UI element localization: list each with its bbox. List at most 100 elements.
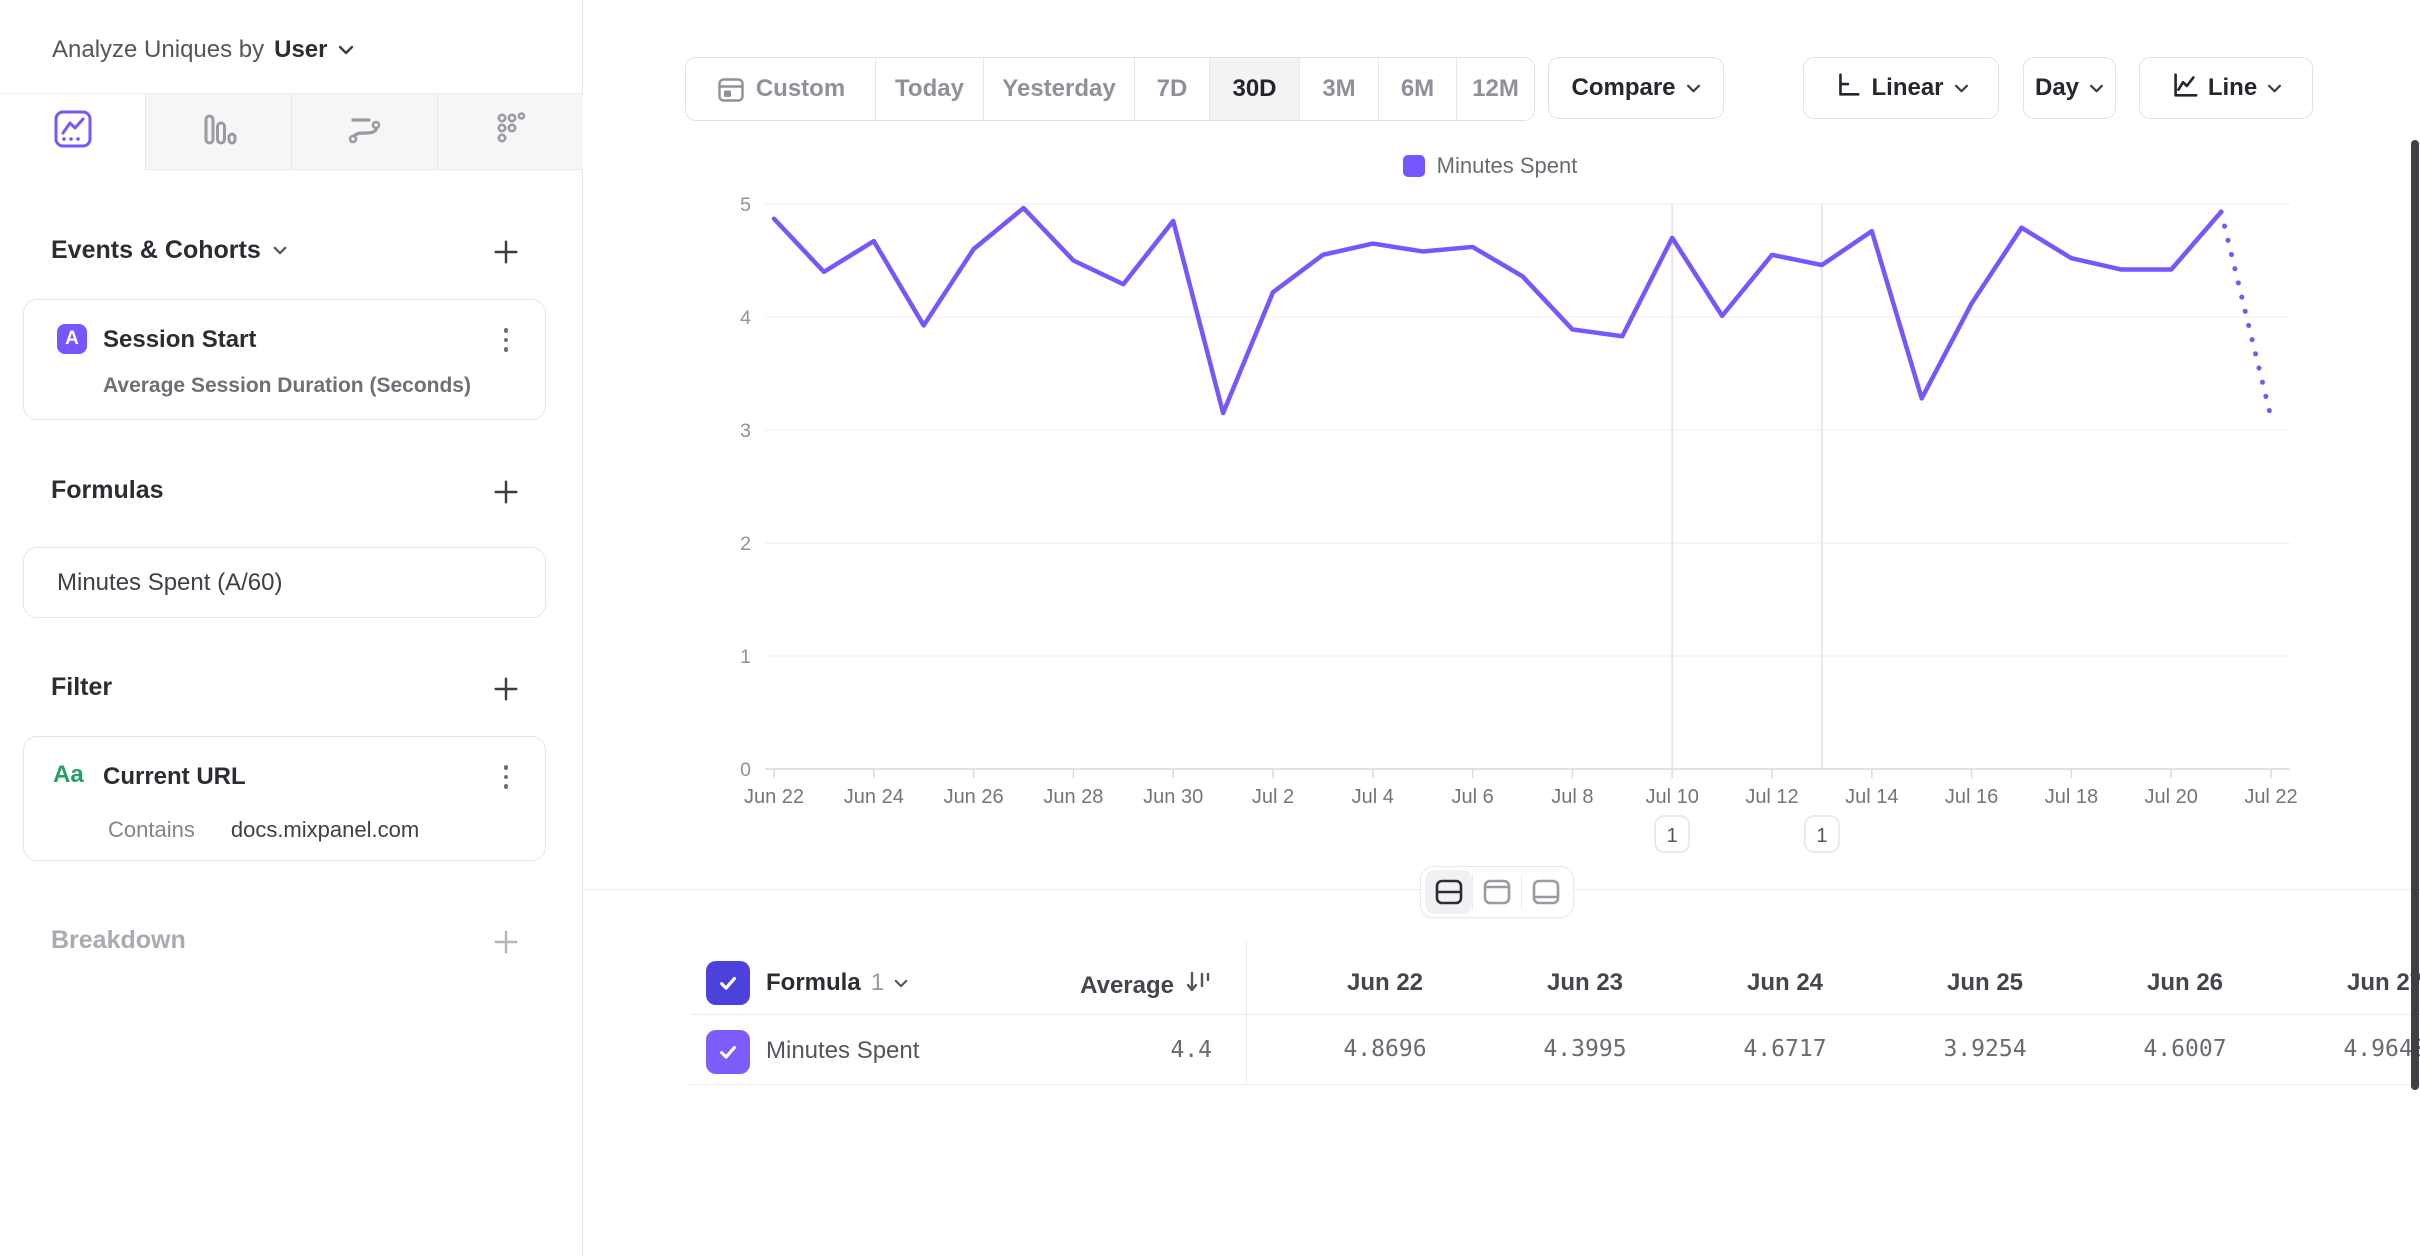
y-tick-label: 4 xyxy=(740,307,751,329)
tab-bar-chart[interactable] xyxy=(145,94,291,169)
chevron-down-icon xyxy=(273,246,287,255)
x-tick-label: Jul 22 xyxy=(2244,786,2297,808)
average-column-header[interactable]: Average xyxy=(900,969,1212,1002)
add-filter-button[interactable] xyxy=(488,671,524,707)
x-tick-label: Jun 30 xyxy=(1143,786,1203,808)
average-label: Average xyxy=(1080,972,1174,1000)
filter-operator[interactable]: Contains xyxy=(108,817,195,843)
event-letter-badge: A xyxy=(57,324,87,354)
line-chart[interactable]: 012345Jun 22Jun 24Jun 26Jun 28Jun 30Jul … xyxy=(584,128,2420,872)
add-breakdown-button[interactable] xyxy=(488,924,524,960)
range-yesterday[interactable]: Yesterday xyxy=(984,58,1135,120)
analyze-label: Analyze Uniques by xyxy=(52,36,264,64)
value-cell: 4.9640 xyxy=(2285,1036,2420,1062)
split-view-button[interactable] xyxy=(1425,870,1472,914)
annotation-badge-count: 1 xyxy=(1667,825,1678,847)
granularity-button[interactable]: Day xyxy=(2023,57,2116,119)
range-6m[interactable]: 6M xyxy=(1379,58,1457,120)
split-view-icon xyxy=(1433,876,1465,908)
plus-icon xyxy=(491,674,521,704)
compare-button[interactable]: Compare xyxy=(1548,57,1724,119)
value-cell: 4.6717 xyxy=(1685,1036,1885,1062)
y-tick-label: 5 xyxy=(740,194,751,216)
scale-button[interactable]: Linear xyxy=(1803,57,1999,119)
formula-group-label: Formula xyxy=(766,969,861,997)
column-header[interactable]: Jun 25 xyxy=(1885,969,2085,997)
table-row: 4.86964.39954.67173.92544.60074.9640 xyxy=(1285,1036,2420,1062)
chart-type-button[interactable]: Line xyxy=(2139,57,2313,119)
tab-flows[interactable] xyxy=(291,94,437,169)
metrics-grid-icon xyxy=(490,108,532,155)
table-only-view-button[interactable] xyxy=(1522,870,1569,914)
range-today[interactable]: Today xyxy=(876,58,984,120)
tab-insights-line[interactable] xyxy=(0,94,145,170)
table-only-view-icon xyxy=(1530,876,1562,908)
column-header[interactable]: Jun 24 xyxy=(1685,969,1885,997)
event-aggregation[interactable]: Average Session Duration (Seconds) xyxy=(103,374,471,398)
event-card-session-start[interactable]: A Session Start Average Session Duration… xyxy=(23,299,546,420)
line-chart-icon xyxy=(2170,71,2198,106)
series-average-value: 4.4 xyxy=(900,1037,1212,1063)
chevron-down-icon xyxy=(1954,84,1969,93)
chevron-down-icon xyxy=(2089,84,2104,93)
x-tick-label: Jul 6 xyxy=(1451,786,1493,808)
event-title: Session Start xyxy=(103,326,256,354)
chart-only-view-icon xyxy=(1481,876,1513,908)
row-checkbox[interactable] xyxy=(706,1030,750,1074)
chevron-down-icon xyxy=(1686,84,1701,93)
breakdown-label: Breakdown xyxy=(51,926,186,955)
series-line-incomplete[interactable] xyxy=(2221,212,2271,418)
kebab-menu-icon[interactable] xyxy=(493,324,519,356)
x-tick-label: Jun 24 xyxy=(844,786,904,808)
x-tick-label: Jul 4 xyxy=(1352,786,1394,808)
tab-metrics-grid[interactable] xyxy=(437,94,583,169)
column-header[interactable]: Jun 23 xyxy=(1485,969,1685,997)
range-12m[interactable]: 12M xyxy=(1457,58,1534,120)
add-event-button[interactable] xyxy=(488,234,524,270)
range-30d[interactable]: 30D xyxy=(1210,58,1300,120)
add-formula-button[interactable] xyxy=(488,474,524,510)
x-tick-label: Jul 12 xyxy=(1745,786,1798,808)
value-cell: 4.3995 xyxy=(1485,1036,1685,1062)
formula-expression: Minutes Spent (A/60) xyxy=(57,569,282,597)
chart-only-view-button[interactable] xyxy=(1474,870,1521,914)
kebab-menu-icon[interactable] xyxy=(493,761,519,793)
range-custom[interactable]: Custom xyxy=(686,58,876,120)
sidebar: Analyze Uniques by User xyxy=(0,0,583,1256)
view-toggle-group xyxy=(1420,866,1574,918)
series-line[interactable] xyxy=(774,208,2221,413)
range-7d[interactable]: 7D xyxy=(1135,58,1210,120)
formula-group-dropdown[interactable]: Formula 1 xyxy=(766,969,908,997)
x-tick-label: Jun 22 xyxy=(744,786,804,808)
formulas-header: Formulas xyxy=(51,476,164,505)
plus-icon xyxy=(491,927,521,957)
chevron-down-icon xyxy=(338,45,354,55)
table-row-underline xyxy=(690,1084,2420,1085)
check-icon xyxy=(714,1038,742,1066)
formulas-label: Formulas xyxy=(51,476,164,505)
column-header[interactable]: Jun 22 xyxy=(1285,969,1485,997)
filter-property: Current URL xyxy=(103,763,246,791)
breakdown-header: Breakdown xyxy=(51,926,186,955)
analyze-uniques-dropdown[interactable]: Analyze Uniques by User xyxy=(52,36,354,64)
calendar-icon xyxy=(716,74,746,104)
events-cohorts-header[interactable]: Events & Cohorts xyxy=(51,236,287,265)
formula-group-index: 1 xyxy=(871,969,884,997)
filter-value[interactable]: docs.mixpanel.com xyxy=(231,817,419,843)
formula-card[interactable]: Minutes Spent (A/60) xyxy=(23,547,546,618)
chart-type-tabstrip xyxy=(0,93,583,170)
column-header[interactable]: Jun 26 xyxy=(2085,969,2285,997)
chevron-down-icon xyxy=(2267,84,2282,93)
range-3m[interactable]: 3M xyxy=(1300,58,1379,120)
filter-label: Filter xyxy=(51,673,112,702)
analyze-value: User xyxy=(274,36,327,64)
x-tick-label: Jul 2 xyxy=(1252,786,1294,808)
sort-icon[interactable] xyxy=(1184,969,1212,1002)
series-row-label: Minutes Spent xyxy=(766,1037,919,1065)
select-all-checkbox[interactable] xyxy=(706,961,750,1005)
filter-card-current-url[interactable]: Aa Current URL Contains docs.mixpanel.co… xyxy=(23,736,546,861)
column-header[interactable]: Jun 27 xyxy=(2285,969,2420,997)
x-tick-label: Jul 14 xyxy=(1845,786,1898,808)
x-tick-label: Jul 8 xyxy=(1551,786,1593,808)
vertical-scrollbar[interactable] xyxy=(2411,140,2419,1090)
